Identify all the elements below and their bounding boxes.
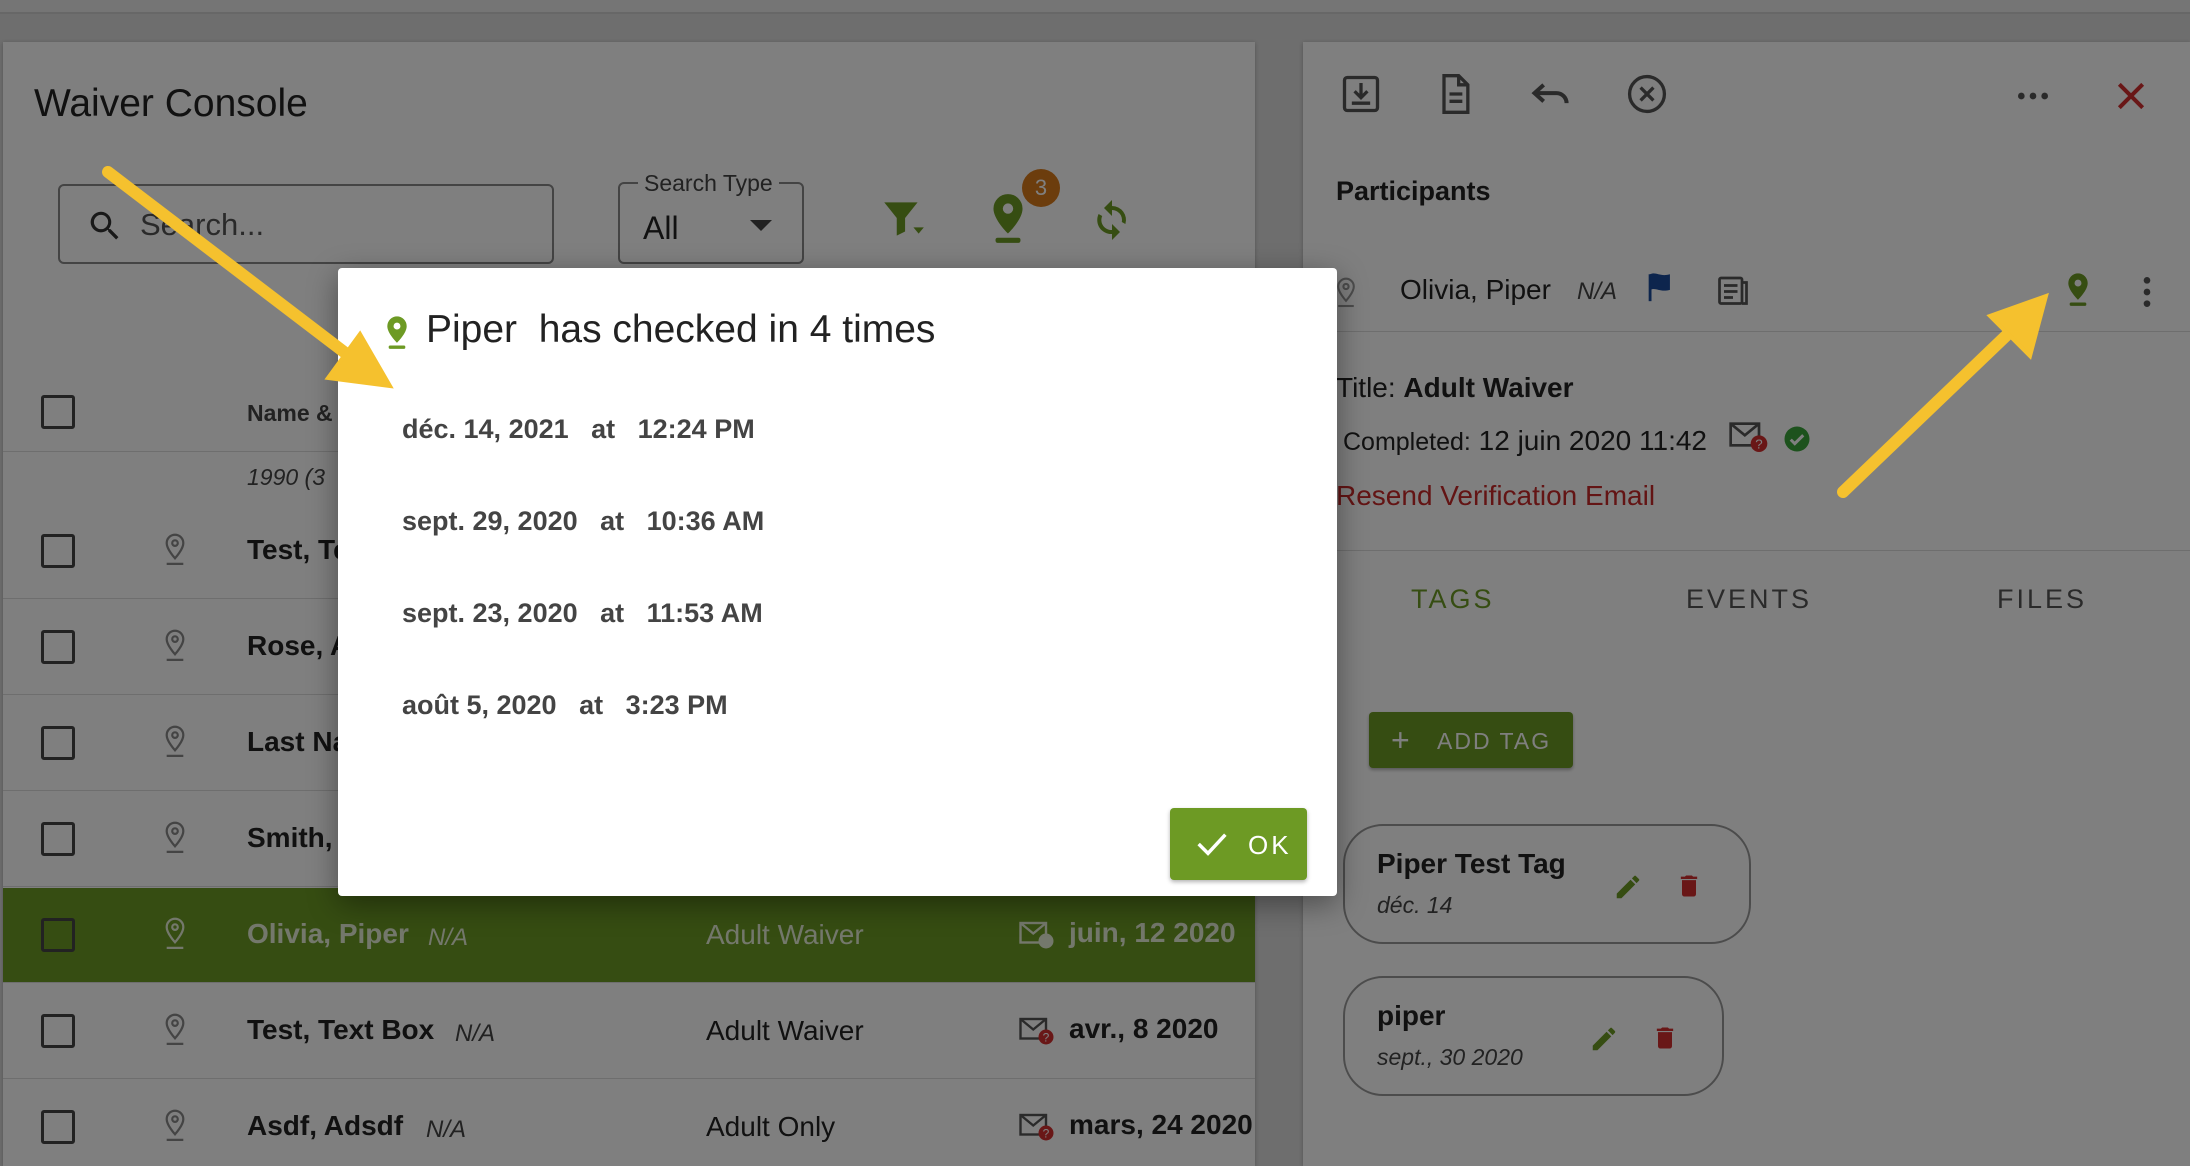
arrow-annotation [102, 166, 2049, 498]
arrow-left [102, 166, 394, 389]
arrow-right [1837, 292, 2049, 498]
